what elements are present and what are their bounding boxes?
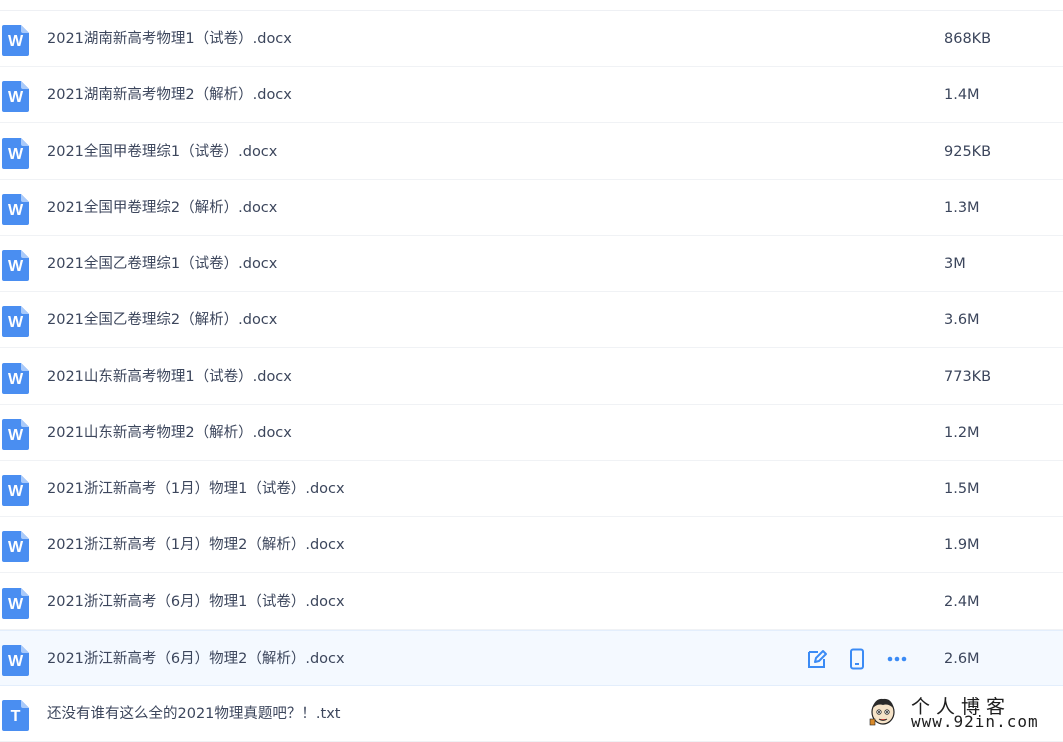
watermark: 个人博客 www.92in.com [867, 695, 1057, 735]
file-name[interactable]: 2021浙江新高考（1月）物理2（解析）.docx [47, 517, 345, 573]
file-name[interactable]: 还没有谁有这么全的2021物理真题吧？！.txt [47, 686, 340, 742]
file-name[interactable]: 2021浙江新高考（1月）物理1（试卷）.docx [47, 461, 345, 517]
file-size: 2.6M [944, 650, 980, 667]
file-icon-letter: W [7, 483, 24, 500]
file-size: 2.4M [944, 593, 980, 610]
file-row[interactable]: W 2021全国甲卷理综1（试卷）.docx 925KB [0, 124, 1063, 180]
word-doc-icon: W [2, 306, 29, 338]
file-icon-letter: W [7, 33, 24, 50]
file-size: 1.2M [944, 424, 980, 441]
file-name[interactable]: 2021全国甲卷理综2（解析）.docx [47, 180, 277, 236]
word-doc-icon: W [2, 25, 29, 56]
file-row[interactable]: W 2021浙江新高考（6月）物理1（试卷）.docx 2.4M [0, 574, 1063, 630]
word-doc-icon: W [2, 475, 29, 506]
file-size: 1.4M [944, 87, 980, 104]
word-doc-icon: W [2, 644, 29, 676]
file-size: 3.6M [944, 312, 980, 329]
file-name[interactable]: 2021山东新高考物理2（解析）.docx [47, 405, 292, 461]
file-icon-letter: W [7, 145, 24, 163]
file-icon-letter: W [7, 652, 24, 670]
file-size: 3M [944, 256, 966, 272]
file-icon-letter: W [7, 258, 24, 275]
file-size: 1.5M [944, 481, 980, 497]
file-row[interactable]: W 2021山东新高考物理1（试卷）.docx 773KB [0, 349, 1063, 405]
file-row[interactable]: W 2021浙江新高考（6月）物理2（解析）.docx 2.6M [0, 629, 1063, 687]
file-icon-letter: W [7, 370, 24, 388]
file-size: 1.9M [944, 537, 980, 554]
phone-icon[interactable] [846, 648, 868, 670]
file-size: 868KB [944, 31, 992, 47]
file-name[interactable]: 2021山东新高考物理1（试卷）.docx [47, 349, 292, 405]
word-doc-icon: W [2, 250, 29, 281]
file-name[interactable]: 2021湖南新高考物理2（解析）.docx [47, 67, 292, 123]
file-name[interactable]: 2021全国乙卷理综2（解析）.docx [47, 292, 277, 348]
cartoon-face-logo [869, 698, 895, 726]
file-row[interactable]: W 2021山东新高考物理2（解析）.docx 1.2M [0, 405, 1063, 461]
watermark-url: www.92in.com [911, 712, 1039, 731]
edit-icon[interactable] [806, 648, 828, 670]
file-name[interactable]: 2021全国乙卷理综1（试卷）.docx [47, 236, 277, 292]
txt-file-icon: T [2, 700, 29, 731]
word-doc-icon: W [2, 81, 29, 113]
file-size: 773KB [944, 368, 992, 385]
file-row[interactable]: W 2021全国乙卷理综1（试卷）.docx 3M [0, 236, 1063, 292]
file-row[interactable]: W 2021湖南新高考物理1（试卷）.docx 868KB [0, 11, 1063, 67]
file-size: 1.3M [944, 199, 980, 216]
file-size: 925KB [944, 143, 992, 160]
file-row[interactable]: W 2021湖南新高考物理2（解析）.docx 1.4M [0, 67, 1063, 124]
file-icon-letter: W [7, 314, 24, 332]
file-icon-letter: T [10, 708, 21, 725]
file-row[interactable]: W 2021浙江新高考（1月）物理2（解析）.docx 1.9M [0, 517, 1063, 574]
word-doc-icon: W [2, 137, 29, 169]
file-icon-letter: W [7, 201, 24, 219]
file-icon-letter: W [7, 426, 24, 444]
word-doc-icon: W [2, 531, 29, 563]
file-row[interactable]: W 2021浙江新高考（1月）物理1（试卷）.docx 1.5M [0, 461, 1063, 517]
file-name[interactable]: 2021湖南新高考物理1（试卷）.docx [47, 11, 292, 67]
file-name[interactable]: 2021浙江新高考（6月）物理1（试卷）.docx [47, 574, 345, 630]
file-name[interactable]: 2021浙江新高考（6月）物理2（解析）.docx [47, 631, 345, 687]
more-icon[interactable] [886, 648, 908, 670]
file-icon-letter: W [7, 539, 24, 557]
file-row[interactable]: W 2021全国甲卷理综2（解析）.docx 1.3M [0, 180, 1063, 236]
file-row[interactable]: W 2021全国乙卷理综2（解析）.docx 3.6M [0, 292, 1063, 349]
file-name[interactable]: 2021全国甲卷理综1（试卷）.docx [47, 124, 277, 180]
word-doc-icon: W [2, 193, 29, 225]
word-doc-icon: W [2, 362, 29, 394]
file-icon-letter: W [7, 89, 24, 107]
file-icon-letter: W [7, 595, 24, 613]
word-doc-icon: W [2, 418, 29, 450]
word-doc-icon: W [2, 587, 29, 619]
